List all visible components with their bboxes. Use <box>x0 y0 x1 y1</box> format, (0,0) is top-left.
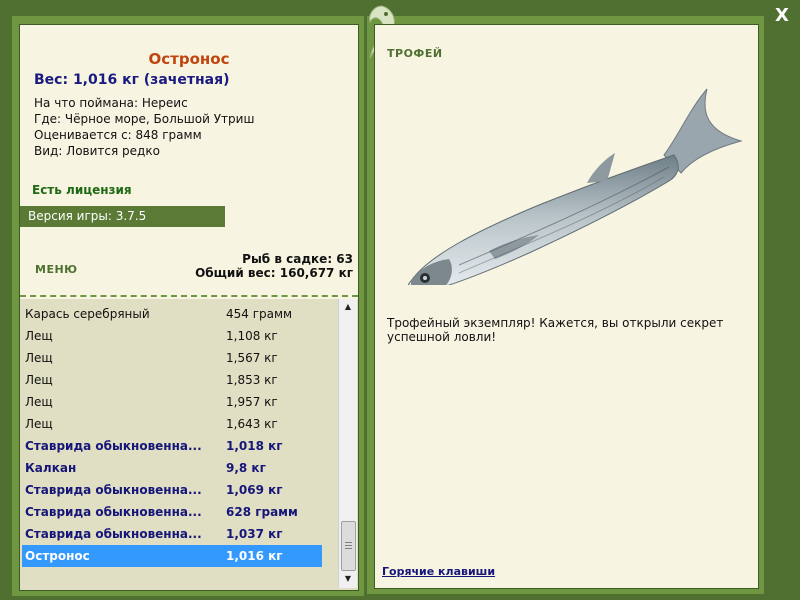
list-item[interactable]: Лещ 1,957 кг <box>22 391 322 413</box>
list-item-name: Лещ <box>25 373 53 387</box>
list-item[interactable]: Лещ 1,108 кг <box>22 325 322 347</box>
list-item-weight: 1,643 кг <box>226 417 278 431</box>
list-item-name: Ставрида обыкновенна... <box>25 527 202 541</box>
list-item[interactable]: Ставрида обыкновенна... 1,018 кг <box>22 435 322 457</box>
list-item[interactable]: Калкан 9,8 кг <box>22 457 322 479</box>
close-icon: X <box>775 5 789 26</box>
list-item[interactable]: Ставрида обыкновенна... 628 грамм <box>22 501 322 523</box>
list-item[interactable]: Ставрида обыкновенна... 1,037 кг <box>22 523 322 545</box>
fish-rating: Оценивается с: 848 грамм <box>34 128 202 142</box>
list-item[interactable]: Остронос 1,016 кг <box>22 545 322 567</box>
list-item-name: Ставрида обыкновенна... <box>25 439 202 453</box>
trophy-description: Трофейный экземпляр! Кажется, вы открыли… <box>387 316 724 344</box>
list-item-weight: 1,016 кг <box>226 549 283 563</box>
menu-button[interactable]: МЕНЮ <box>35 263 78 276</box>
catch-list: Карась серебряный 454 грамм Лещ 1,108 кг Лещ… <box>22 303 322 567</box>
list-item-name: Ставрида обыкновенна... <box>25 483 202 497</box>
list-item-weight: 1,018 кг <box>226 439 283 453</box>
list-item-name: Лещ <box>25 417 53 431</box>
list-item-name: Карась серебряный <box>25 307 150 321</box>
list-item-name: Лещ <box>25 351 53 365</box>
list-item-name: Ставрида обыкновенна... <box>25 505 202 519</box>
list-item-weight: 1,108 кг <box>226 329 278 343</box>
fish-kind: Вид: Ловится редко <box>34 144 160 158</box>
chevron-down-icon[interactable]: ▼ <box>339 571 357 587</box>
fish-title: Остронос <box>148 50 230 68</box>
list-item-weight: 1,069 кг <box>226 483 283 497</box>
total-weight: Общий вес: 160,677 кг <box>195 266 353 280</box>
list-item-weight: 454 грамм <box>226 307 293 321</box>
list-item-weight: 1,037 кг <box>226 527 283 541</box>
fish-image <box>407 88 743 285</box>
list-item-weight: 1,567 кг <box>226 351 278 365</box>
hotkeys-link[interactable]: Горячие клавиши <box>382 565 495 578</box>
fish-weight: Вес: 1,016 кг (зачетная) <box>34 72 230 88</box>
list-item-name: Лещ <box>25 395 53 409</box>
list-item[interactable]: Лещ 1,853 кг <box>22 369 322 391</box>
list-item[interactable]: Карась серебряный 454 грамм <box>22 303 322 325</box>
close-button[interactable]: X <box>770 4 794 28</box>
game-version: Версия игры: 3.7.5 <box>20 206 225 227</box>
list-item-weight: 1,853 кг <box>226 373 278 387</box>
list-item-weight: 9,8 кг <box>226 461 266 475</box>
fish-bait: На что поймана: Нереис <box>34 96 188 110</box>
list-item-weight: 628 грамм <box>226 505 298 519</box>
list-item-name: Калкан <box>25 461 77 475</box>
list-item-weight: 1,957 кг <box>226 395 278 409</box>
fish-count: Рыб в садке: 63 <box>242 252 353 266</box>
list-item[interactable]: Лещ 1,567 кг <box>22 347 322 369</box>
keepnet-stats: Рыб в садке: 63 Общий вес: 160,677 кг <box>195 252 353 280</box>
license-status: Есть лицензия <box>32 183 132 197</box>
list-item[interactable]: Лещ 1,643 кг <box>22 413 322 435</box>
chevron-up-icon[interactable]: ▲ <box>339 299 357 315</box>
fish-info-panel: Остронос Вес: 1,016 кг (зачетная) На что… <box>19 24 359 591</box>
scrollbar[interactable]: ▲ ▼ <box>338 299 357 588</box>
list-item[interactable]: Ставрида обыкновенна... 1,069 кг <box>22 479 322 501</box>
list-item-name: Лещ <box>25 329 53 343</box>
trophy-panel: ТРОФЕЙ Трофейный экземпляр! Кажется, вы … <box>374 24 759 589</box>
list-item-name: Остронос <box>25 549 90 563</box>
fish-location: Где: Чёрное море, Большой Утриш <box>34 112 255 126</box>
scrollbar-thumb[interactable] <box>341 521 356 571</box>
catch-list-container: Карась серебряный 454 грамм Лещ 1,108 кг Лещ… <box>20 299 358 590</box>
divider <box>20 295 358 297</box>
